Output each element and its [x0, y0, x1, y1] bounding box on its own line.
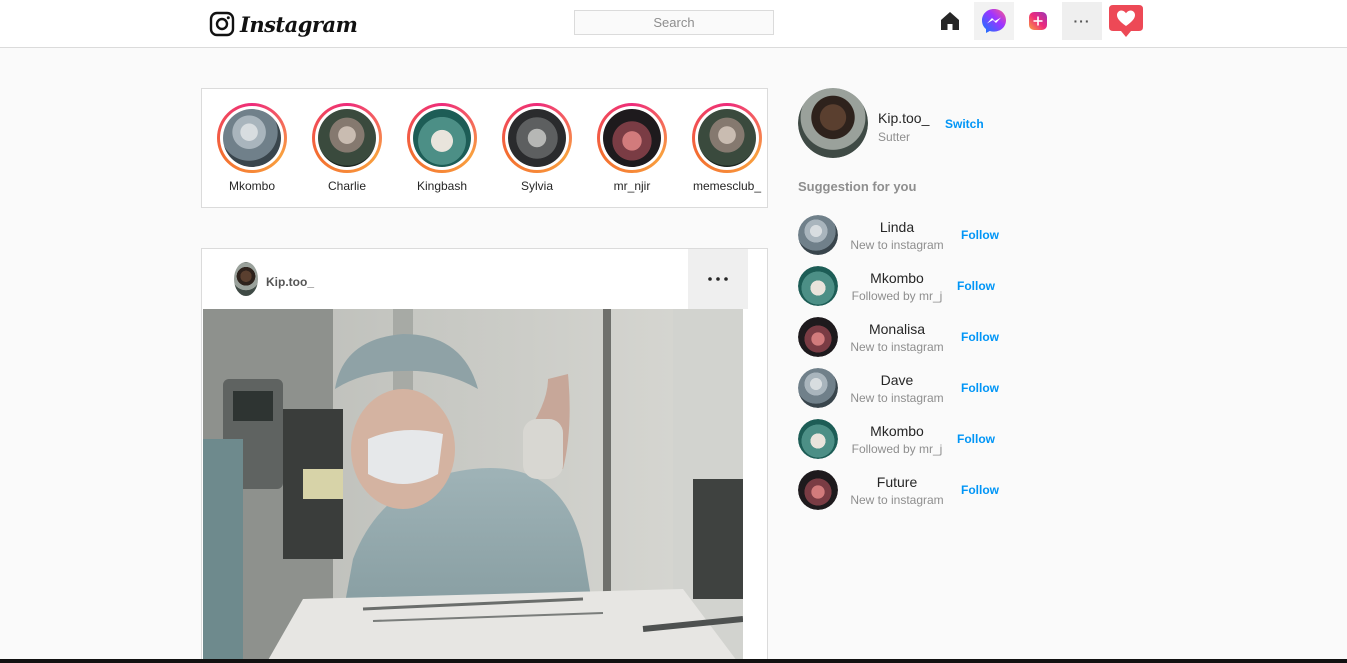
search-input[interactable]: [574, 10, 774, 35]
follow-button[interactable]: Follow: [961, 483, 999, 497]
more-icon: ···: [1073, 13, 1091, 29]
story-avatar: [223, 109, 281, 167]
suggestion-avatar[interactable]: [798, 317, 838, 357]
suggestion-item: Mkombo Followed by mr_j Follow: [798, 266, 1018, 306]
story-username: Charlie: [327, 179, 366, 193]
logo-wordmark: Instagram: [240, 11, 358, 37]
post-options-button[interactable]: [688, 249, 748, 309]
story-ring: [312, 103, 382, 173]
activity-button[interactable]: [1106, 2, 1146, 40]
story-username: mr_njir: [613, 179, 651, 193]
suggestion-subtitle: New to instagram: [850, 340, 944, 354]
suggestion-item: Mkombo Followed by mr_j Follow: [798, 419, 1018, 459]
suggestion-item: Monalisa New to instagram Follow: [798, 317, 1018, 357]
messenger-icon: [982, 9, 1006, 33]
post-photo-illustration: [203, 309, 743, 663]
story-item[interactable]: Kingbash: [397, 103, 487, 193]
story-item[interactable]: memesclub_: [682, 103, 772, 193]
instagram-logo[interactable]: Instagram: [209, 11, 358, 37]
suggestion-avatar[interactable]: [798, 266, 838, 306]
follow-button[interactable]: Follow: [961, 330, 999, 344]
suggestion-avatar[interactable]: [798, 215, 838, 255]
feed-post: Kip.too_: [201, 248, 768, 663]
current-user-avatar[interactable]: [798, 88, 868, 158]
top-navigation-bar: Instagram Search ···: [0, 0, 1347, 48]
suggestion-username[interactable]: Monalisa: [848, 321, 946, 338]
messenger-button[interactable]: [974, 2, 1014, 40]
suggestion-username[interactable]: Mkombo: [848, 423, 946, 440]
window-bottom-edge: [0, 659, 1347, 663]
suggestion-subtitle: Followed by mr_j: [851, 289, 943, 303]
story-username: Sylvia: [520, 179, 553, 193]
suggestion-subtitle: New to instagram: [850, 391, 944, 405]
home-button[interactable]: [930, 2, 970, 40]
follow-button[interactable]: Follow: [957, 432, 995, 446]
story-item[interactable]: Sylvia: [492, 103, 582, 193]
story-avatar: [318, 109, 376, 167]
suggestion-avatar[interactable]: [798, 470, 838, 510]
suggestion-subtitle: New to instagram: [850, 238, 944, 252]
add-post-button[interactable]: [1018, 2, 1058, 40]
story-ring: [502, 103, 572, 173]
suggestion-item: Future New to instagram Follow: [798, 470, 1018, 510]
more-options-button[interactable]: ···: [1062, 2, 1102, 40]
switch-account-link[interactable]: Switch: [945, 117, 984, 131]
suggestion-username[interactable]: Mkombo: [848, 270, 946, 287]
story-item[interactable]: Charlie: [302, 103, 392, 193]
story-avatar: [698, 109, 756, 167]
instagram-glyph-icon: [209, 11, 235, 37]
post-author-username[interactable]: Kip.too_: [266, 275, 314, 289]
story-ring: [407, 103, 477, 173]
home-icon: [941, 12, 959, 30]
suggestion-subtitle: Followed by mr_j: [851, 442, 943, 456]
stories-tray: Mkombo Charlie Kingbash Sylvia mr_njir m…: [201, 88, 768, 208]
story-avatar: [413, 109, 471, 167]
story-username: memesclub_: [692, 179, 762, 193]
story-avatar: [508, 109, 566, 167]
suggestion-avatar[interactable]: [798, 368, 838, 408]
suggestion-username[interactable]: Future: [848, 474, 946, 491]
follow-button[interactable]: Follow: [957, 279, 995, 293]
post-author-avatar[interactable]: [234, 262, 258, 296]
post-header: Kip.too_: [202, 249, 767, 309]
story-ring: [217, 103, 287, 173]
more-horizontal-icon: [708, 277, 728, 281]
story-ring: [692, 103, 762, 173]
story-item[interactable]: mr_njir: [587, 103, 677, 193]
add-post-icon: [1029, 12, 1047, 30]
story-item[interactable]: Mkombo: [207, 103, 297, 193]
story-username: Mkombo: [228, 179, 275, 193]
heart-icon: [1109, 5, 1143, 37]
suggestion-username[interactable]: Dave: [848, 372, 946, 389]
follow-button[interactable]: Follow: [961, 381, 999, 395]
suggestion-subtitle: New to instagram: [850, 493, 944, 507]
current-user-fullname: Sutter: [878, 130, 911, 144]
suggestion-username[interactable]: Linda: [848, 219, 946, 236]
post-image[interactable]: [203, 309, 743, 663]
current-user-username[interactable]: Kip.too_: [878, 110, 929, 126]
follow-button[interactable]: Follow: [961, 228, 999, 242]
suggestion-avatar[interactable]: [798, 419, 838, 459]
story-avatar: [603, 109, 661, 167]
story-username: Kingbash: [416, 179, 468, 193]
suggestion-item: Linda New to instagram Follow: [798, 215, 1018, 255]
suggestions-heading: Suggestion for you: [798, 179, 917, 194]
suggestion-item: Dave New to instagram Follow: [798, 368, 1018, 408]
story-ring: [597, 103, 667, 173]
